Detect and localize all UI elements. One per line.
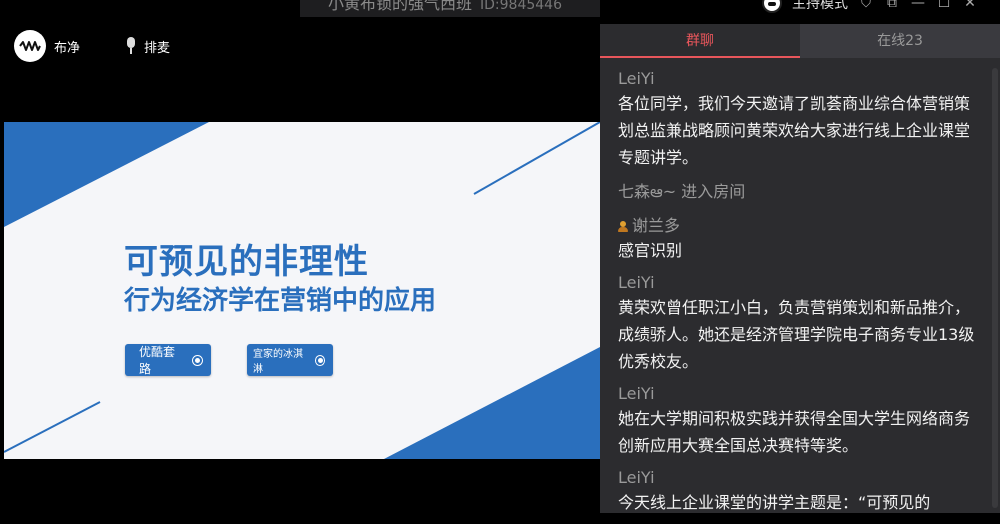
slide-button-label: 优酷套路 bbox=[139, 345, 176, 376]
message-sender: LeiYi bbox=[618, 384, 655, 403]
window-controls: 主持模式 ⛉ ⧉ — ☐ ✕ bbox=[762, 0, 1000, 14]
user-badge-icon bbox=[618, 220, 628, 233]
target-icon bbox=[192, 354, 203, 366]
chat-message: LeiYi 各位同学，我们今天邀请了凯荟商业综合体营销策划总监兼战略顾问黄荣欢给… bbox=[618, 68, 978, 171]
maximize-icon[interactable]: ☐ bbox=[936, 0, 952, 11]
message-text: 感官识别 bbox=[618, 241, 683, 260]
message-text: 她在大学期间积极实践并获得全国大学生网络商务创新应用大赛全国总决赛特等奖。 bbox=[618, 409, 971, 455]
message-sender: LeiYi bbox=[618, 468, 655, 487]
slide-button-label: 宜家的冰淇淋 bbox=[253, 349, 303, 375]
minimize-icon[interactable]: — bbox=[910, 0, 926, 11]
speaker-logo[interactable] bbox=[14, 30, 46, 62]
tab-group-chat[interactable]: 群聊 bbox=[600, 24, 800, 58]
chat-panel: 群聊 在线23 LeiYi 各位同学，我们今天邀请了凯荟商业综合体营销策划总监兼… bbox=[600, 24, 1000, 513]
target-icon bbox=[314, 354, 325, 366]
system-message: 七森ఆ~ 进入房间 bbox=[618, 182, 746, 201]
slide-title: 可预见的非理性 bbox=[124, 242, 369, 282]
chat-message: LeiYi 黄荣欢曾任职江小白，负责营销策划和新品推介，成绩骄人。她还是经济管理… bbox=[618, 272, 978, 375]
chat-message: LeiYi 她在大学期间积极实践并获得全国大学生网络商务创新应用大赛全国总决赛特… bbox=[618, 383, 978, 459]
share-icon[interactable]: ⧉ bbox=[884, 0, 900, 11]
tab-online[interactable]: 在线23 bbox=[800, 24, 1000, 58]
message-text: 今天线上企业课堂的讲学主题是：“可预见的 bbox=[618, 493, 931, 512]
slide-subtitle: 行为经济学在营销中的应用 bbox=[124, 286, 437, 316]
message-sender: LeiYi bbox=[618, 69, 655, 88]
title-bar: 小黄布锁的强气西班 ID:9845446 主持模式 ⛉ ⧉ — ☐ ✕ bbox=[0, 0, 1000, 24]
room-id: ID:9845446 bbox=[480, 0, 562, 13]
chat-messages: LeiYi 各位同学，我们今天邀请了凯荟商业综合体营销策划总监兼战略顾问黄荣欢给… bbox=[618, 68, 978, 524]
video-stage: 布净 排麦 可预见的非理性 行为经济学在营销中的应用 优酷套路 宜家的冰淇淋 bbox=[0, 24, 600, 513]
chat-scrollbar[interactable] bbox=[992, 68, 998, 508]
mic-icon[interactable] bbox=[124, 36, 138, 56]
chat-message: 谢兰多 感官识别 bbox=[618, 215, 978, 264]
message-sender-row: 谢兰多 bbox=[618, 215, 978, 237]
slide-button-ikea[interactable]: 宜家的冰淇淋 bbox=[247, 344, 333, 376]
close-icon[interactable]: ✕ bbox=[962, 0, 978, 11]
message-sender: LeiYi bbox=[618, 273, 655, 292]
slide-button-youku[interactable]: 优酷套路 bbox=[125, 344, 211, 376]
stage-toolbar: 布净 排麦 bbox=[14, 30, 170, 62]
message-text: 黄荣欢曾任职江小白，负责营销策划和新品推介，成绩骄人。她还是经济管理学院电子商务… bbox=[618, 298, 975, 371]
room-title-text: 小黄布锁的强气西班 bbox=[328, 0, 473, 13]
chat-message: LeiYi 今天线上企业课堂的讲学主题是：“可预见的 bbox=[618, 467, 978, 516]
chat-tabs: 群聊 在线23 bbox=[600, 24, 1000, 58]
room-title: 小黄布锁的强气西班 ID:9845446 bbox=[300, 0, 600, 17]
message-sender: 谢兰多 bbox=[632, 216, 681, 235]
wave-icon bbox=[19, 41, 41, 51]
host-avatar[interactable] bbox=[762, 0, 782, 13]
host-mode-label[interactable]: 主持模式 bbox=[792, 0, 848, 13]
presentation-slide: 可预见的非理性 行为经济学在营销中的应用 优酷套路 宜家的冰淇淋 bbox=[4, 122, 600, 459]
mic-queue-label[interactable]: 排麦 bbox=[144, 37, 170, 56]
shield-icon[interactable]: ⛉ bbox=[858, 0, 874, 11]
message-text: 各位同学，我们今天邀请了凯荟商业综合体营销策划总监兼战略顾问黄荣欢给大家进行线上… bbox=[618, 94, 971, 167]
speaker-name: 布净 bbox=[54, 40, 81, 56]
